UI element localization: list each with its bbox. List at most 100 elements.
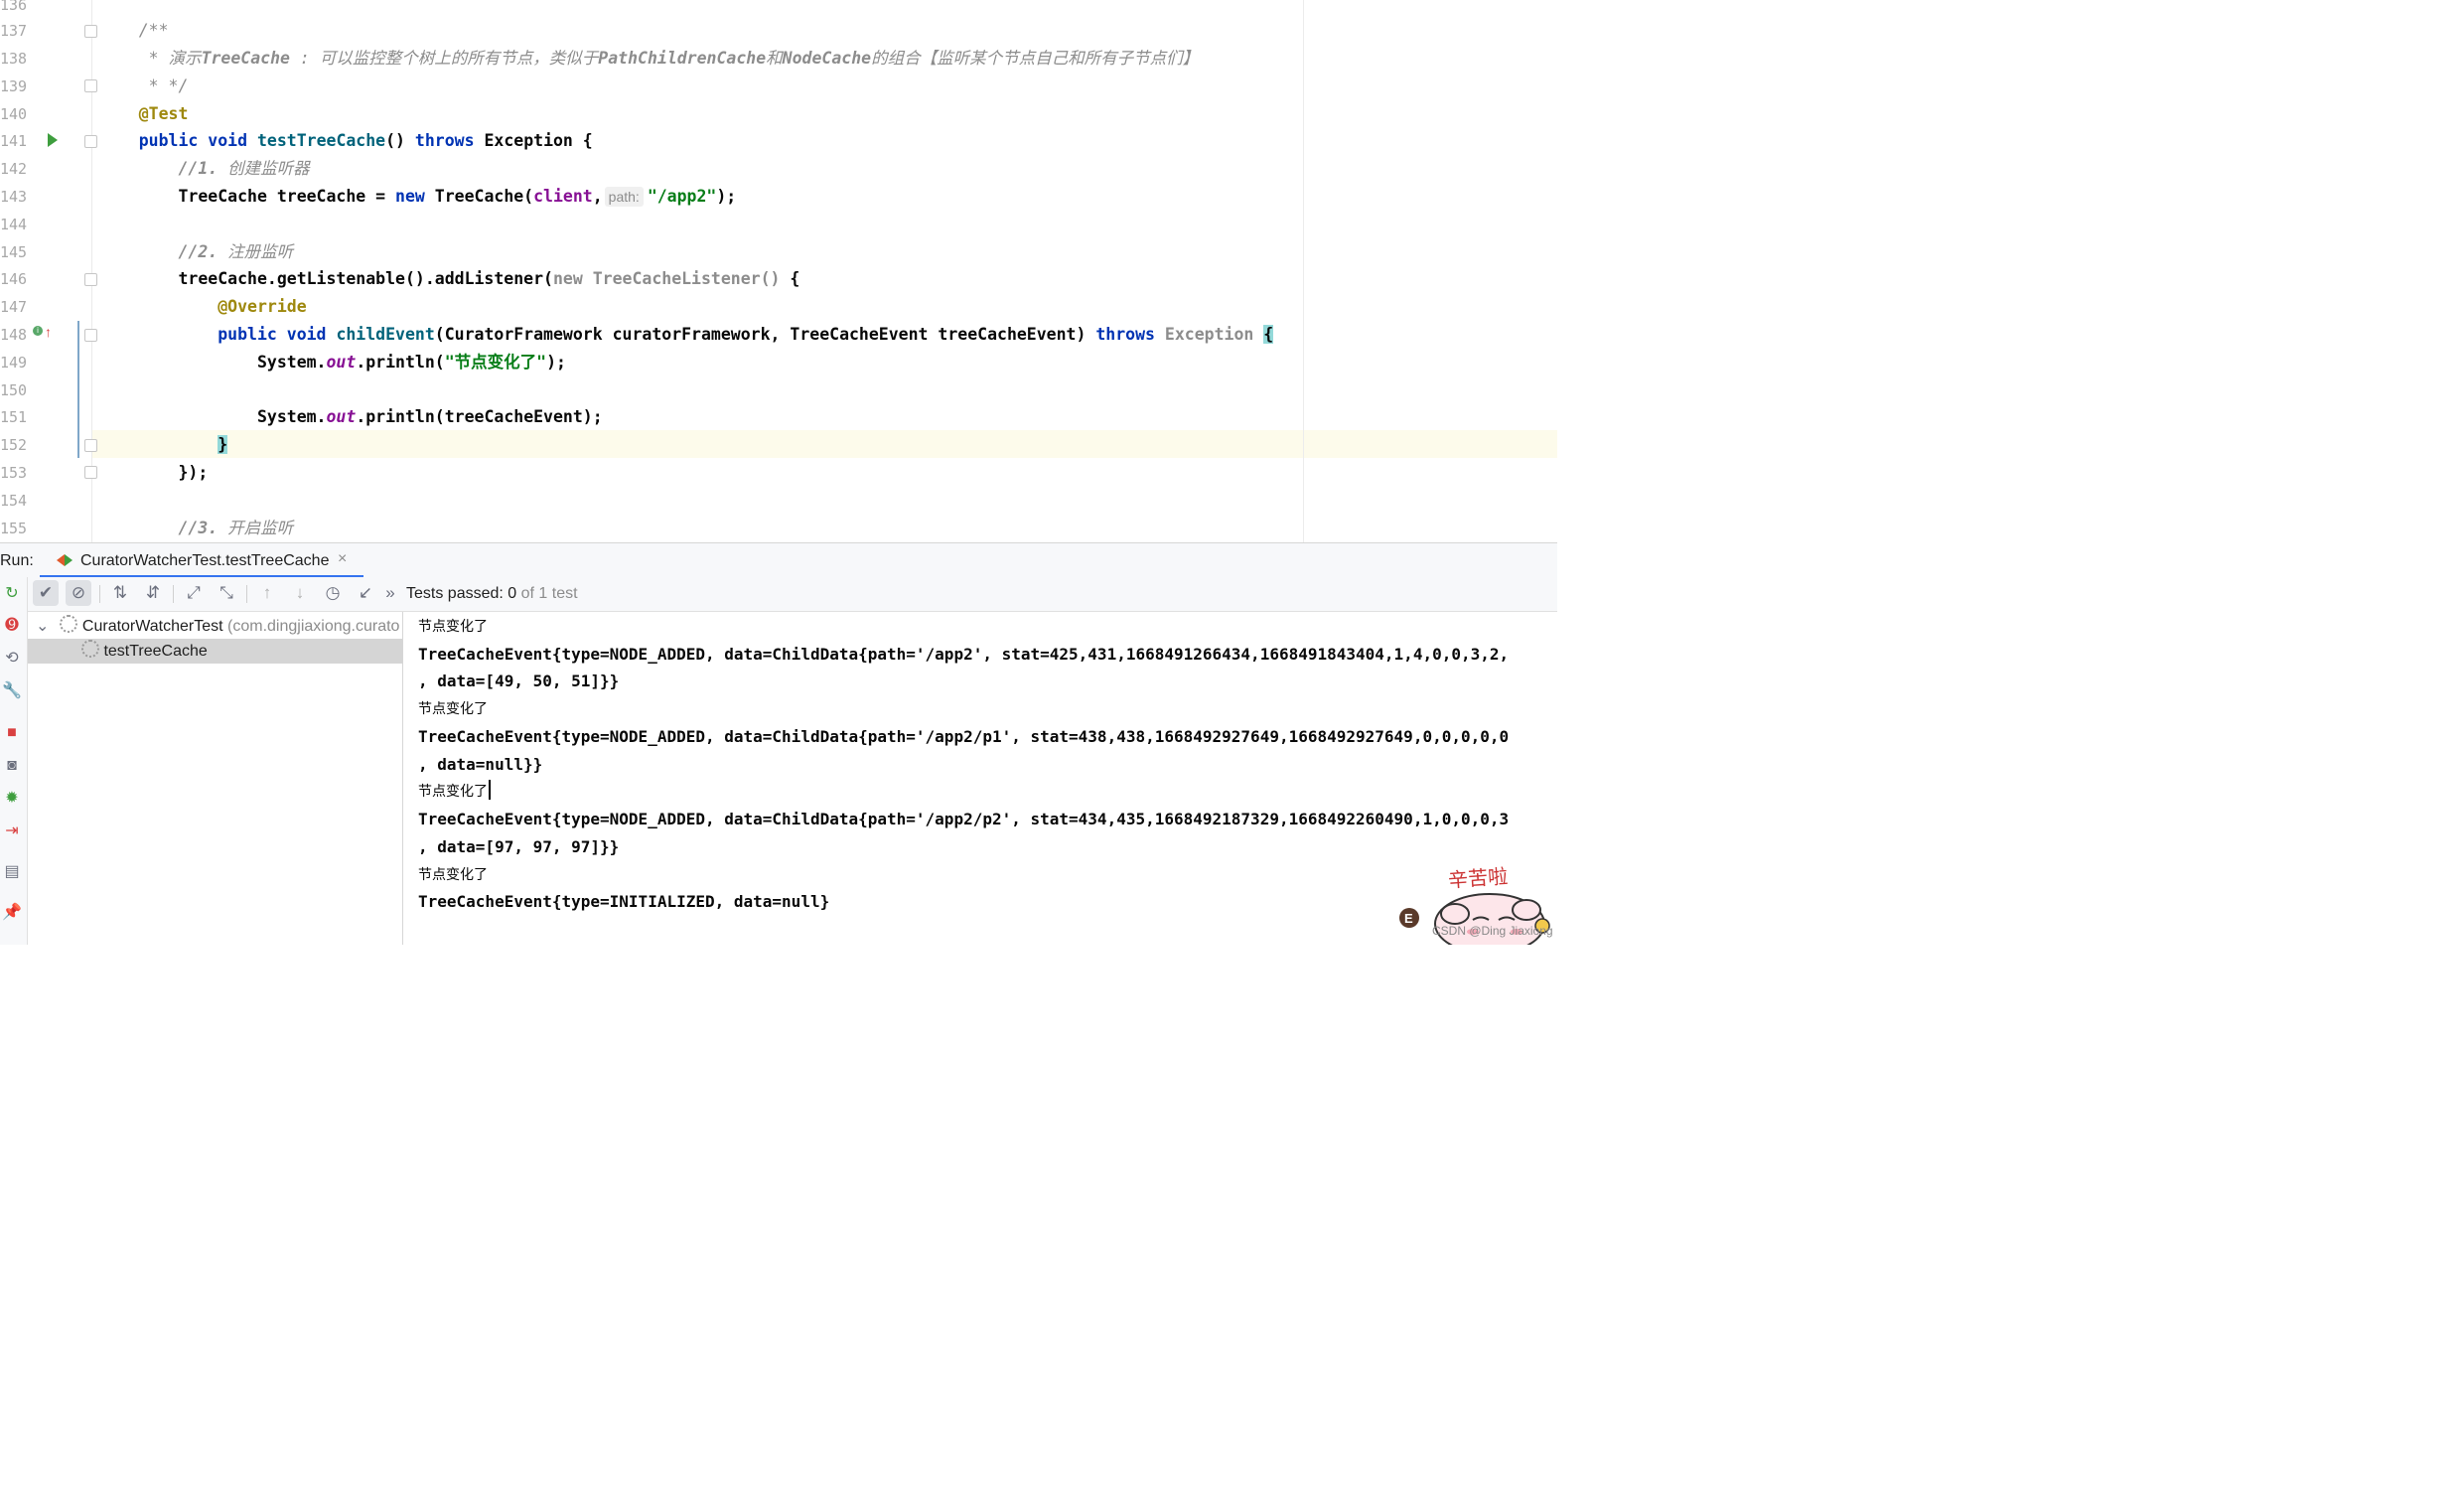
console-line: TreeCacheEvent{type=INITIALIZED, data=nu… (418, 892, 830, 911)
tree-node-class[interactable]: ⌄ CuratorWatcherTest (com.dingjiaxiong.c… (28, 614, 402, 639)
code-line-143: TreeCache treeCache = new TreeCache(clie… (178, 187, 737, 207)
line-number: 139 (0, 77, 28, 95)
stop-icon[interactable]: ■ (1, 722, 23, 744)
code-line-148: public void childEvent(CuratorFramework … (217, 325, 1274, 344)
running-spinner-icon (81, 640, 99, 658)
layout-icon[interactable]: ▤ (1, 861, 23, 883)
line-number: 144 (0, 216, 28, 233)
line-number: 138 (0, 50, 28, 68)
line-number: 140 (0, 105, 28, 123)
wrench-icon[interactable]: 🔧 (1, 680, 23, 702)
console-output[interactable]: 节点变化了 TreeCacheEvent{type=NODE_ADDED, da… (403, 612, 1557, 945)
console-line: , data=[49, 50, 51]}} (418, 672, 620, 690)
svg-text:E: E (1404, 911, 1413, 926)
sort-by-duration-icon[interactable]: ⇵ (140, 580, 166, 606)
fold-toggle-icon[interactable] (84, 439, 97, 452)
override-arrow-icon[interactable]: ↑ (45, 325, 52, 339)
console-line: 节点变化了 (418, 867, 488, 883)
chevron-down-icon[interactable]: ⌄ (36, 614, 49, 639)
rerun-failed-icon[interactable]: ➒ (1, 615, 23, 637)
show-ignored-icon[interactable]: ⊘ (66, 580, 91, 606)
toolbar-separator (246, 585, 247, 603)
fold-toggle-icon[interactable] (84, 135, 97, 148)
code-line-138: * 演示TreeCache : 可以监控整个树上的所有节点，类似于PathChi… (138, 49, 1200, 68)
code-line-145: //2. 注册监听 (178, 242, 294, 261)
run-tab[interactable]: CuratorWatcherTest.testTreeCache × (40, 543, 363, 578)
code-line-149: System.out.println("节点变化了"); (256, 353, 566, 372)
code-line-155: //3. 开启监听 (178, 519, 294, 537)
console-line: 节点变化了 (418, 701, 488, 717)
vcs-change-marker[interactable] (77, 321, 79, 458)
right-margin-guide (1303, 0, 1304, 542)
show-passed-icon[interactable]: ✔ (33, 580, 59, 606)
exit-icon[interactable]: ⇥ (1, 821, 23, 842)
watermark: CSDN @Ding Jiaxiong (1432, 924, 1553, 938)
console-line: , data=[97, 97, 97]}} (418, 837, 620, 856)
console-line-with-caret: 节点变化了 (418, 778, 491, 806)
test-runner-toolbar: ✔ ⊘ ⇅ ⇵ ⤢ ⤡ ↑ ↓ ◷ ↙ » Tests passed: 0 of… (28, 577, 1557, 612)
running-spinner-icon (60, 615, 78, 633)
fold-toggle-icon[interactable] (84, 79, 97, 92)
console-line: TreeCacheEvent{type=NODE_ADDED, data=Chi… (418, 810, 1510, 828)
line-number: 145 (0, 243, 28, 261)
toolbar-separator (99, 585, 100, 603)
code-line-146: treeCache.getListenable().addListener(ne… (178, 269, 800, 288)
next-failed-icon[interactable]: ↓ (287, 580, 313, 606)
run-label: Run: (0, 552, 34, 569)
history-icon[interactable]: ◷ (320, 580, 346, 606)
code-line-151: System.out.println(treeCacheEvent); (256, 407, 603, 426)
line-number: 151 (0, 408, 28, 426)
line-number: 141 (0, 132, 28, 150)
code-line-140: @Test (138, 104, 189, 123)
implements-icon[interactable]: i (33, 326, 43, 336)
fold-toggle-icon[interactable] (84, 466, 97, 479)
code-line-141: public void testTreeCache() throws Excep… (138, 131, 593, 150)
console-line: TreeCacheEvent{type=NODE_ADDED, data=Chi… (418, 645, 1510, 664)
expand-all-icon[interactable]: ⤢ (181, 580, 207, 606)
line-number: 148 (0, 326, 28, 344)
sticker-caption: 辛苦啦 (1447, 863, 1509, 893)
line-number: 153 (0, 464, 28, 482)
line-number: 150 (0, 381, 28, 399)
line-number: 147 (0, 298, 28, 316)
code-line-147: @Override (217, 297, 307, 316)
fold-toggle-icon[interactable] (84, 25, 97, 38)
run-tab-title: CuratorWatcherTest.testTreeCache (80, 552, 330, 569)
code-line-153: }); (178, 463, 209, 482)
previous-failed-icon[interactable]: ↑ (254, 580, 280, 606)
line-number: 149 (0, 354, 28, 372)
import-tests-icon[interactable]: ↙ (353, 580, 378, 606)
sort-alphabetically-icon[interactable]: ⇅ (107, 580, 133, 606)
code-editor[interactable]: 136 137 138 139 140 141 142 143 144 145 … (0, 0, 1557, 542)
line-number: 154 (0, 492, 28, 510)
text-caret (489, 780, 491, 800)
close-icon[interactable]: × (338, 550, 347, 568)
rerun-icon[interactable]: ↻ (1, 583, 23, 605)
code-line-137: /** (138, 21, 169, 40)
test-results-tree: ⌄ CuratorWatcherTest (com.dingjiaxiong.c… (28, 612, 403, 945)
code-line-142: //1. 创建监听器 (178, 159, 310, 178)
parameter-hint: path: (604, 187, 644, 207)
tests-passed-status: Tests passed: 0 of 1 test (406, 585, 578, 602)
console-line: TreeCacheEvent{type=NODE_ADDED, data=Chi… (418, 727, 1510, 746)
run-test-icon[interactable] (48, 133, 58, 147)
camera-icon[interactable]: ◙ (1, 755, 23, 777)
toolbar-separator (173, 585, 174, 603)
line-number: 152 (0, 436, 28, 454)
more-actions-icon[interactable]: » (377, 580, 403, 606)
toggle-auto-test-icon[interactable]: ⟲ (1, 648, 23, 670)
code-line-139: * */ (138, 76, 189, 95)
line-number: 142 (0, 160, 28, 178)
test-run-icon (57, 554, 65, 566)
tree-node-method[interactable]: testTreeCache (28, 639, 402, 664)
fold-toggle-icon[interactable] (84, 329, 97, 342)
current-line-highlight (92, 430, 1557, 458)
fold-toggle-icon[interactable] (84, 273, 97, 286)
line-number: 143 (0, 188, 28, 206)
pin-icon[interactable]: 📌 (1, 902, 23, 924)
console-line: , data=null}} (418, 755, 543, 774)
collapse-all-icon[interactable]: ⤡ (214, 580, 239, 606)
console-line: 节点变化了 (418, 619, 488, 635)
test-run-icon (65, 554, 72, 566)
debug-icon[interactable]: ✹ (1, 788, 23, 810)
